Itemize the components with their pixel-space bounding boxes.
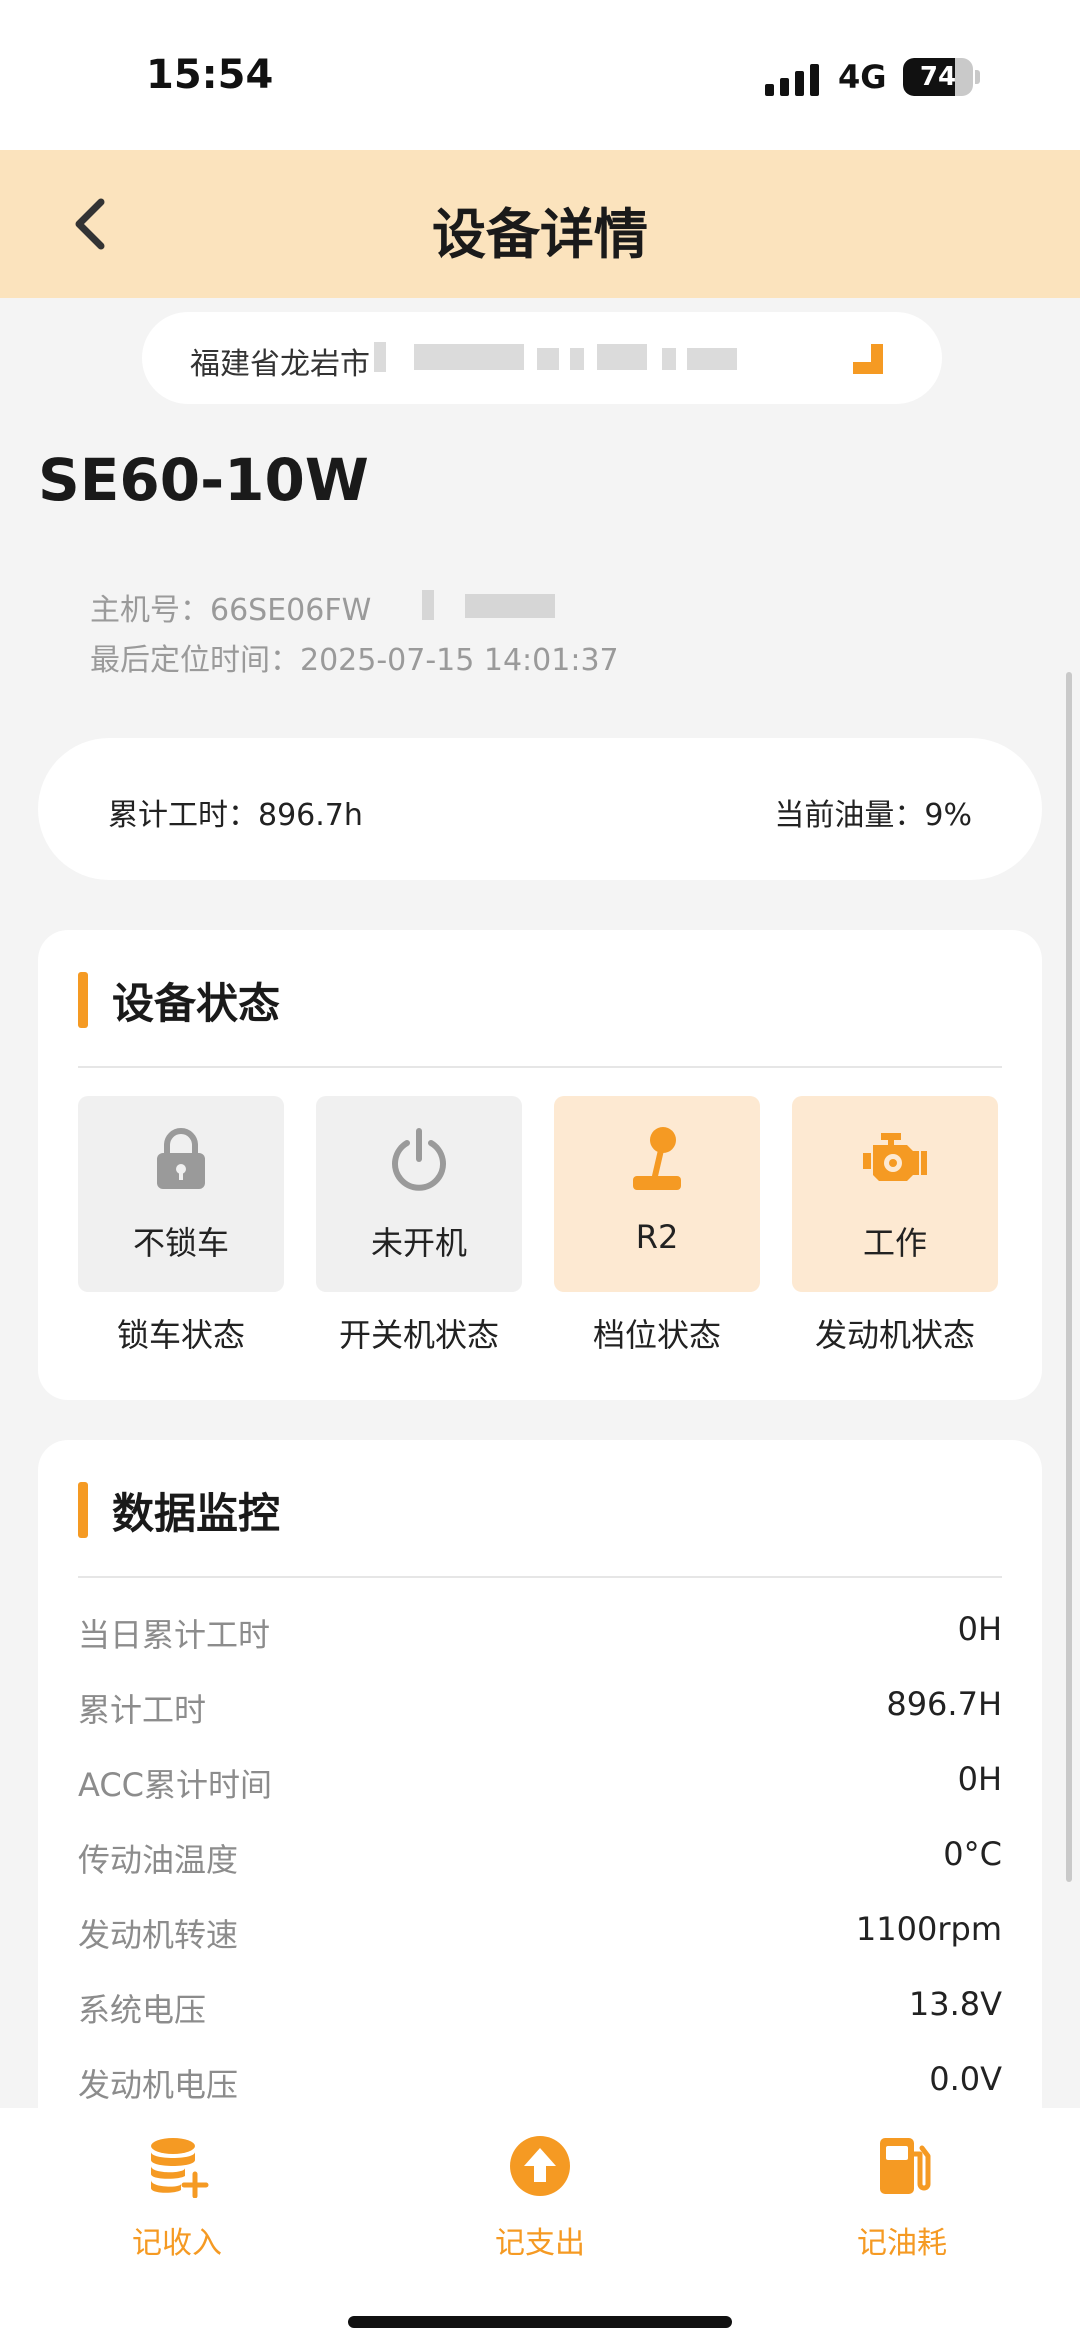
address-text: 福建省龙岩市 xyxy=(190,347,370,382)
data-row: 当日累计工时 0H xyxy=(78,1600,1002,1660)
data-value: 0°C xyxy=(943,1835,1002,1873)
data-label: 系统电压 xyxy=(78,1991,207,2029)
tile-value: R2 xyxy=(635,1218,679,1256)
total-hours: 累计工时：896.7h xyxy=(108,798,363,833)
tile-value: 未开机 xyxy=(370,1224,467,1262)
data-value: 13.8V xyxy=(908,1985,1002,2023)
data-row: 传动油温度 0°C xyxy=(78,1825,1002,1885)
battery-level: 74 xyxy=(919,62,957,92)
power-icon xyxy=(392,1128,446,1191)
battery-icon: 74 xyxy=(903,58,973,96)
data-row: 发动机转速 1100rpm xyxy=(78,1900,1002,1960)
redacted-block xyxy=(662,348,676,370)
engine-icon xyxy=(863,1133,927,1181)
accent-bar xyxy=(78,1482,88,1538)
redacted-block xyxy=(537,348,559,370)
accent-bar xyxy=(78,972,88,1028)
host-number: 主机号：66SE06FW xyxy=(90,593,372,628)
data-value: 0.0V xyxy=(929,2060,1002,2098)
location-arrow-icon xyxy=(853,344,883,374)
engine-status-tile[interactable]: 工作 xyxy=(792,1096,998,1292)
record-income-button[interactable]: 记收入 xyxy=(57,2126,297,2276)
joystick-icon xyxy=(633,1127,681,1190)
tile-value: 工作 xyxy=(862,1224,927,1262)
tile-label: 发动机状态 xyxy=(814,1316,975,1354)
signal-icon xyxy=(765,62,821,96)
card-title: 数据监控 xyxy=(112,1488,281,1538)
bottom-toolbar: 记收入 记支出 记油耗 xyxy=(0,2108,1080,2348)
tile-label: 开关机状态 xyxy=(338,1316,499,1354)
card-header: 数据监控 xyxy=(78,1480,280,1540)
card-header: 设备状态 xyxy=(78,970,280,1030)
data-label: 当日累计工时 xyxy=(78,1616,271,1654)
divider xyxy=(78,1576,1002,1578)
summary-card: 累计工时：896.7h 当前油量：9% xyxy=(38,738,1042,880)
redacted-block xyxy=(465,594,555,618)
address-bar[interactable]: 福建省龙岩市 xyxy=(142,312,942,404)
redacted-block xyxy=(374,342,386,372)
tool-label: 记支出 xyxy=(495,2226,585,2261)
data-label: ACC累计时间 xyxy=(78,1766,273,1804)
record-expense-button[interactable]: 记支出 xyxy=(420,2126,660,2276)
data-monitor-card: 数据监控 当日累计工时 0H 累计工时 896.7H ACC累计时间 0H 传动… xyxy=(38,1440,1042,2140)
redacted-block xyxy=(570,348,584,370)
scrollbar[interactable] xyxy=(1066,672,1072,1882)
data-label: 发动机电压 xyxy=(78,2066,239,2104)
tile-label: 锁车状态 xyxy=(116,1316,245,1354)
redacted-block xyxy=(414,344,524,370)
data-row: 累计工时 896.7H xyxy=(78,1675,1002,1735)
data-value: 0H xyxy=(957,1760,1002,1798)
tile-label: 档位状态 xyxy=(592,1316,721,1354)
data-row: 系统电压 13.8V xyxy=(78,1975,1002,2035)
coins-plus-icon xyxy=(151,2138,209,2198)
nav-bar: 设备详情 xyxy=(0,150,1080,298)
data-row: 发动机电压 0.0V xyxy=(78,2050,1002,2110)
upload-circle-icon xyxy=(510,2136,570,2196)
status-bar: 15:54 4G 74 xyxy=(0,0,1080,150)
data-value: 896.7H xyxy=(886,1685,1002,1723)
tool-label: 记收入 xyxy=(132,2226,222,2261)
card-title: 设备状态 xyxy=(112,978,281,1028)
redacted-block xyxy=(597,344,647,370)
device-detail-page: 15:54 4G 74 设备详情 福建省龙岩市 SE60-10W 主机号：66S… xyxy=(0,0,1080,2348)
redacted-block xyxy=(422,590,434,620)
power-status-tile[interactable]: 未开机 xyxy=(316,1096,522,1292)
lock-status-tile[interactable]: 不锁车 xyxy=(78,1096,284,1292)
tile-value: 不锁车 xyxy=(132,1224,229,1262)
data-label: 传动油温度 xyxy=(78,1841,239,1879)
fuel-pump-icon xyxy=(880,2138,931,2194)
page-title: 设备详情 xyxy=(432,203,648,266)
divider xyxy=(78,1066,1002,1068)
data-value: 1100rpm xyxy=(855,1910,1002,1948)
redacted-block xyxy=(687,348,737,370)
data-label: 累计工时 xyxy=(78,1691,207,1729)
status-time: 15:54 xyxy=(146,52,274,98)
lock-icon xyxy=(157,1128,205,1189)
record-fuel-button[interactable]: 记油耗 xyxy=(782,2126,1022,2276)
device-model: SE60-10W xyxy=(38,446,369,514)
home-indicator xyxy=(348,2316,732,2328)
data-label: 发动机转速 xyxy=(78,1916,239,1954)
data-value: 0H xyxy=(957,1610,1002,1648)
tool-label: 记油耗 xyxy=(857,2226,947,2261)
gear-status-tile[interactable]: R2 xyxy=(554,1096,760,1292)
data-row: ACC累计时间 0H xyxy=(78,1750,1002,1810)
battery-cap xyxy=(975,70,980,84)
device-status-card: 设备状态 不锁车 未开机 R2 工作 锁车状态 开关机状态 档位状态 发动机状态 xyxy=(38,930,1042,1400)
network-type: 4G xyxy=(838,58,887,96)
fuel-level: 当前油量：9% xyxy=(774,798,972,833)
last-location-time: 最后定位时间：2025-07-15 14:01:37 xyxy=(90,643,619,678)
